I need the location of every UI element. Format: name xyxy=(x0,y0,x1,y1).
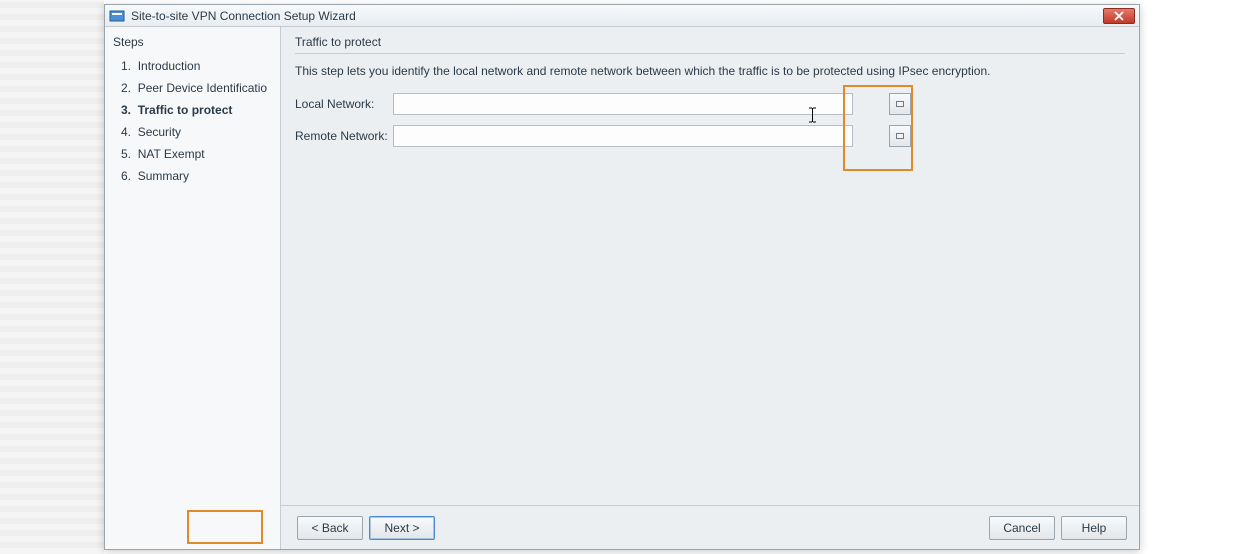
steps-header: Steps xyxy=(113,35,272,49)
wizard-dialog: Site-to-site VPN Connection Setup Wizard… xyxy=(104,4,1140,550)
ellipsis-icon xyxy=(896,133,904,139)
ellipsis-icon xyxy=(896,101,904,107)
step-nat-exempt[interactable]: 5. NAT Exempt xyxy=(113,143,272,165)
remote-network-browse-button[interactable] xyxy=(889,125,911,147)
step-summary[interactable]: 6. Summary xyxy=(113,165,272,187)
background-strip xyxy=(0,0,104,554)
steps-sidebar: Steps 1. Introduction 2. Peer Device Ide… xyxy=(105,27,281,549)
local-network-browse-button[interactable] xyxy=(889,93,911,115)
main-panel: Traffic to protect This step lets you id… xyxy=(281,27,1139,549)
help-button[interactable]: Help xyxy=(1061,516,1127,540)
window-title: Site-to-site VPN Connection Setup Wizard xyxy=(131,9,356,23)
remote-network-input[interactable] xyxy=(393,125,853,147)
local-network-label: Local Network: xyxy=(295,97,393,111)
remote-network-label: Remote Network: xyxy=(295,129,393,143)
cancel-button[interactable]: Cancel xyxy=(989,516,1055,540)
close-button[interactable] xyxy=(1103,8,1135,24)
local-network-row: Local Network: xyxy=(295,92,1125,116)
back-button[interactable]: < Back xyxy=(297,516,363,540)
step-introduction[interactable]: 1. Introduction xyxy=(113,55,272,77)
network-form: Local Network: Remote Network: xyxy=(295,92,1125,148)
content-area: Traffic to protect This step lets you id… xyxy=(281,27,1139,505)
titlebar: Site-to-site VPN Connection Setup Wizard xyxy=(105,5,1139,27)
footer-bar: < Back Next > Cancel Help xyxy=(281,505,1139,549)
dialog-body: Steps 1. Introduction 2. Peer Device Ide… xyxy=(105,27,1139,549)
local-network-input[interactable] xyxy=(393,93,853,115)
step-security[interactable]: 4. Security xyxy=(113,121,272,143)
page-description: This step lets you identify the local ne… xyxy=(295,64,1125,78)
step-peer-device[interactable]: 2. Peer Device Identificatio xyxy=(113,77,272,99)
next-button[interactable]: Next > xyxy=(369,516,435,540)
app-icon xyxy=(109,8,125,24)
page-title: Traffic to protect xyxy=(295,35,1125,54)
step-list: 1. Introduction 2. Peer Device Identific… xyxy=(113,55,272,187)
remote-network-row: Remote Network: xyxy=(295,124,1125,148)
step-traffic-to-protect[interactable]: 3. Traffic to protect xyxy=(113,99,272,121)
